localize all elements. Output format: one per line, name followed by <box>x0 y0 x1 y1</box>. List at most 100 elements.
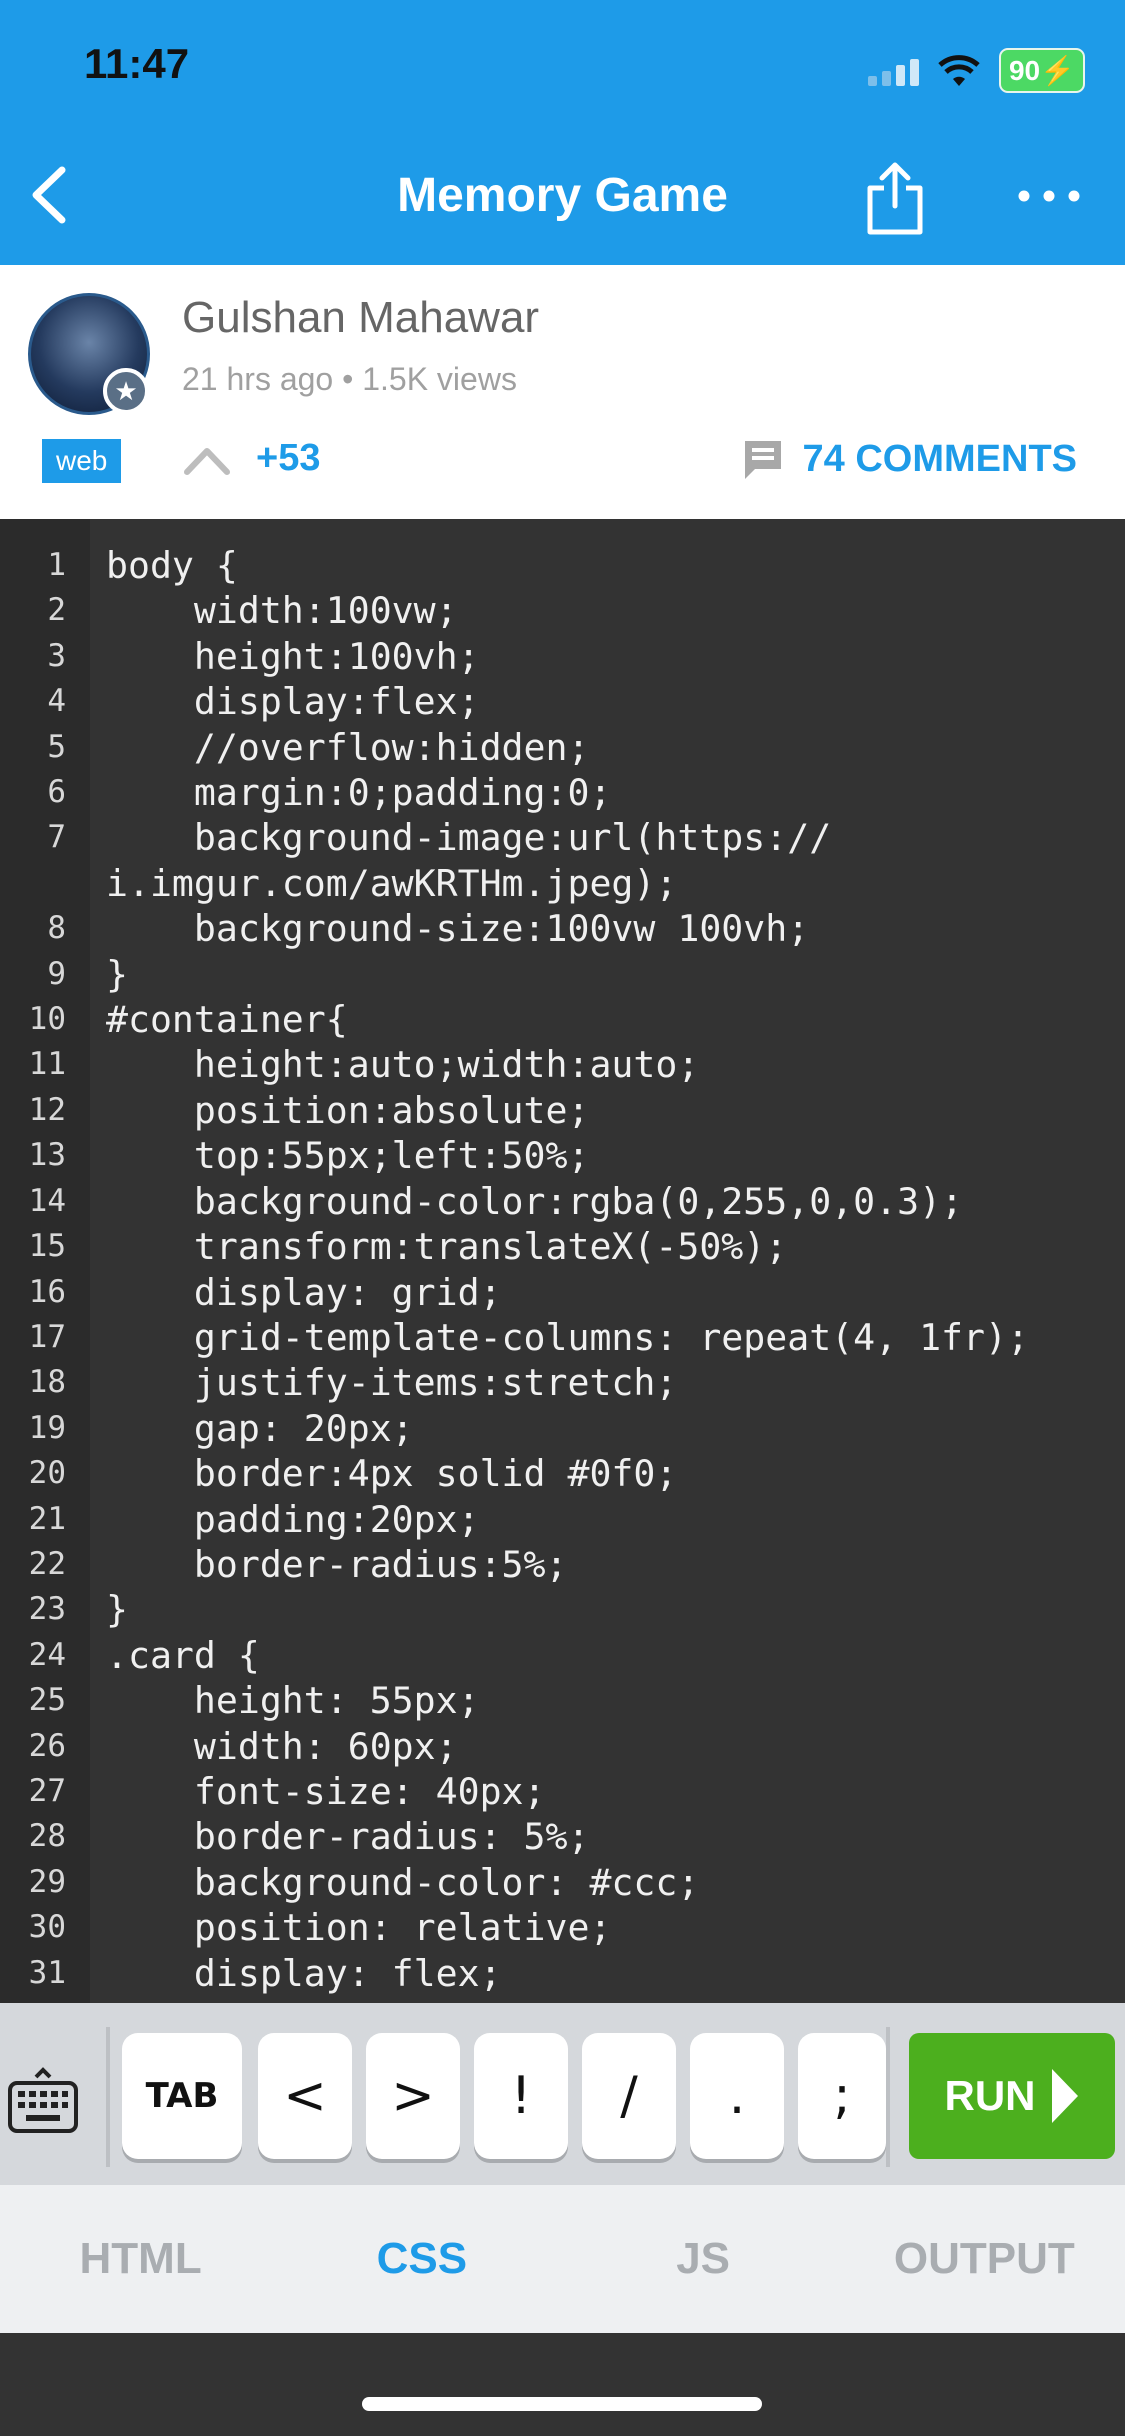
code-text: body { <box>106 544 238 587</box>
code-line: 1 body { <box>0 543 1125 588</box>
line-number: 17 <box>28 1318 66 1355</box>
tab-css[interactable]: CSS <box>281 2185 562 2333</box>
code-line: 17 grid-template-columns: repeat(4, 1fr)… <box>0 1315 1125 1360</box>
line-number: 18 <box>28 1364 66 1401</box>
run-button[interactable]: RUN <box>909 2033 1115 2159</box>
code-text: height:100vh; <box>106 634 480 678</box>
code-text: display: flex; <box>106 1951 502 1995</box>
code-text: transform:translateX(-50%); <box>106 1225 788 1269</box>
code-text: i.imgur.com/awKRTHm.jpeg); <box>106 861 678 905</box>
code-text: display:flex; <box>106 680 480 724</box>
line-number: 30 <box>28 1909 66 1946</box>
key-less-than[interactable]: < <box>258 2033 352 2159</box>
keyboard-toggle-icon[interactable] <box>6 2063 80 2141</box>
line-number: 6 <box>47 774 66 811</box>
home-indicator[interactable] <box>362 2397 762 2411</box>
key-tab[interactable]: TAB <box>122 2033 242 2159</box>
divider <box>886 2027 890 2167</box>
editor-tabs: HTML CSS JS OUTPUT <box>0 2185 1125 2333</box>
code-line: 26 width: 60px; <box>0 1724 1125 1769</box>
comments-link[interactable]: 74 COMMENTS <box>741 437 1077 481</box>
code-content[interactable]: 1 body {2 width:100vw; 3 height:100vh; 4 di… <box>0 543 1125 1996</box>
line-number: 5 <box>47 728 66 765</box>
upvote-icon[interactable] <box>182 442 232 476</box>
line-number: 7 <box>47 819 66 856</box>
code-line: 3 height:100vh; <box>0 634 1125 679</box>
play-icon <box>1051 2069 1078 2123</box>
code-line: 21 padding:20px; <box>0 1497 1125 1542</box>
code-line: 27 font-size: 40px; <box>0 1769 1125 1814</box>
share-icon[interactable] <box>860 160 930 236</box>
line-number: 13 <box>28 1137 66 1174</box>
code-text: display: grid; <box>106 1270 502 1314</box>
key-slash[interactable]: / <box>582 2033 676 2159</box>
code-text: } <box>106 1588 128 1632</box>
code-text: position:absolute; <box>106 1088 590 1132</box>
line-number: 12 <box>28 1091 66 1128</box>
code-text: border:4px solid #0f0; <box>106 1452 678 1496</box>
keyboard-accessory-bar: TAB < > ! / . ; RUN <box>0 2003 1125 2185</box>
status-time: 11:47 <box>84 40 190 87</box>
post-info: ★ Gulshan Mahawar 21 hrs ago • 1.5K view… <box>0 265 1125 519</box>
status-icons: 90⚡ <box>867 48 1085 93</box>
code-text: border-radius:5%; <box>106 1542 568 1586</box>
key-semicolon[interactable]: ; <box>798 2033 886 2159</box>
line-number <box>0 861 90 906</box>
code-text: padding:20px; <box>106 1497 480 1541</box>
code-text: .card { <box>106 1633 260 1677</box>
code-text: background-color: #ccc; <box>106 1860 700 1904</box>
signal-icon <box>867 56 919 86</box>
code-line: 8 background-size:100vw 100vh; <box>0 906 1125 951</box>
code-text: } <box>106 952 128 996</box>
code-line: 15 transform:translateX(-50%); <box>0 1224 1125 1269</box>
code-editor[interactable]: 1 body {2 width:100vw; 3 height:100vh; 4 di… <box>0 519 1125 2003</box>
line-number: 3 <box>47 637 66 674</box>
line-number: 14 <box>28 1182 66 1219</box>
code-line: i.imgur.com/awKRTHm.jpeg); <box>0 861 1125 906</box>
tab-output[interactable]: OUTPUT <box>844 2185 1125 2333</box>
language-tag: web <box>42 439 122 483</box>
code-text: position: relative; <box>106 1906 612 1950</box>
code-text: width: 60px; <box>106 1724 458 1768</box>
post-meta: 21 hrs ago • 1.5K views <box>182 361 517 397</box>
code-line: 7 background-image:url(https:// <box>0 815 1125 860</box>
code-line: 11 height:auto;width:auto; <box>0 1042 1125 1087</box>
line-number: 25 <box>28 1682 66 1719</box>
key-greater-than[interactable]: > <box>366 2033 460 2159</box>
more-options-icon[interactable] <box>1014 176 1084 216</box>
tab-html[interactable]: HTML <box>0 2185 281 2333</box>
line-number: 15 <box>28 1228 66 1265</box>
line-number: 16 <box>28 1273 66 1310</box>
code-text: #container{ <box>106 998 348 1042</box>
line-number: 19 <box>28 1409 66 1446</box>
code-text: height: 55px; <box>106 1679 480 1723</box>
author-name[interactable]: Gulshan Mahawar <box>182 293 539 343</box>
line-number: 10 <box>28 1001 66 1038</box>
code-line: 14 background-color:rgba(0,255,0,0.3); <box>0 1179 1125 1224</box>
code-text: gap: 20px; <box>106 1406 414 1450</box>
code-text: border-radius: 5%; <box>106 1815 590 1859</box>
line-number: 29 <box>28 1863 66 1900</box>
code-line: 19 gap: 20px; <box>0 1406 1125 1451</box>
code-line: 24 .card { <box>0 1633 1125 1678</box>
code-line: 5 //overflow:hidden; <box>0 725 1125 770</box>
code-line: 28 border-radius: 5%; <box>0 1814 1125 1859</box>
key-exclamation[interactable]: ! <box>474 2033 568 2159</box>
comments-count: 74 COMMENTS <box>802 437 1077 480</box>
key-period[interactable]: . <box>690 2033 784 2159</box>
page-title: Memory Game <box>397 169 728 222</box>
code-text: top:55px;left:50%; <box>106 1134 590 1178</box>
code-line: 2 width:100vw; <box>0 588 1125 633</box>
line-number: 2 <box>47 592 66 629</box>
code-text: background-color:rgba(0,255,0,0.3); <box>106 1179 964 1223</box>
vote-count: +53 <box>256 437 321 479</box>
tab-js[interactable]: JS <box>563 2185 844 2333</box>
code-text: width:100vw; <box>106 589 458 633</box>
code-line: 25 height: 55px; <box>0 1678 1125 1723</box>
divider <box>106 2027 110 2167</box>
code-text: margin:0;padding:0; <box>106 771 612 815</box>
line-number: 28 <box>28 1818 66 1855</box>
code-line: 13 top:55px;left:50%; <box>0 1133 1125 1178</box>
code-line: 22 border-radius:5%; <box>0 1542 1125 1587</box>
code-line: 4 display:flex; <box>0 679 1125 724</box>
